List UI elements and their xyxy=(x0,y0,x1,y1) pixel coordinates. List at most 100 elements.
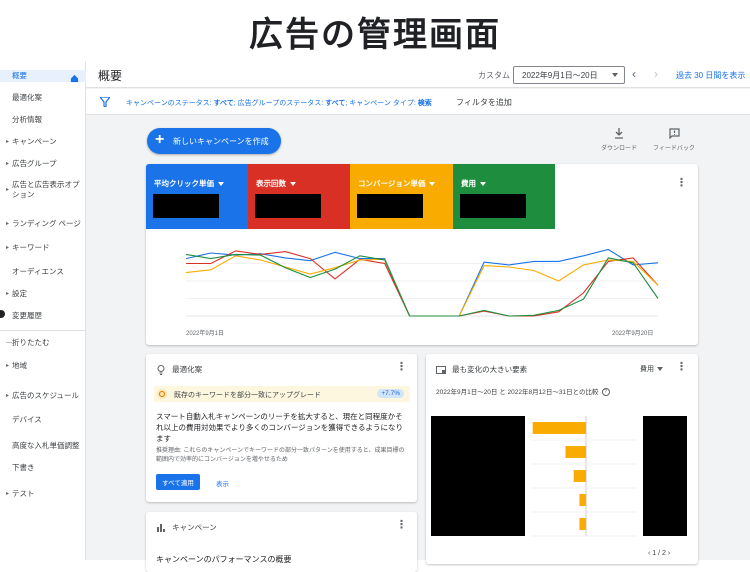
sidebar-item[interactable]: デバイス xyxy=(0,414,86,426)
chevron-left-icon[interactable]: ‹ xyxy=(632,67,636,81)
campaign-card-header: キャンペーン xyxy=(156,522,217,533)
sidebar-item[interactable]: オーディエンス xyxy=(0,266,86,278)
sidebar-item[interactable]: 概要 xyxy=(0,70,86,83)
metric-select-value: 費用 xyxy=(640,366,654,373)
redacted-metric-value xyxy=(255,194,321,218)
change-bar xyxy=(573,470,586,482)
sidebar-item[interactable]: ▸ 地域 xyxy=(0,360,86,372)
campaign-card-title: キャンペーン xyxy=(172,523,217,532)
x-axis-end-label: 2022年9月20日 xyxy=(612,331,654,337)
performance-chart-card: 平均クリック単価 表示回数 コンバージョン単価 費用 ⋮ 2022年9月1日 2022… xyxy=(146,164,698,345)
metric-label: 費用 xyxy=(461,178,486,189)
sidebar-item[interactable]: ▸ ランディング ページ xyxy=(0,212,86,236)
change-bar-chart xyxy=(431,416,687,537)
filter-label-2: ; 広告グループのステータス: xyxy=(233,100,326,107)
filter-value-1: すべて xyxy=(213,100,234,107)
new-campaign-label: 新しいキャンペーンを作成 xyxy=(173,136,269,146)
metric-label-text: 平均クリック単価 xyxy=(154,179,214,188)
sidebar-item[interactable]: ▸ 広告と広告表示オプション xyxy=(0,178,86,202)
filter-bar: キャンペーンのステータス: すべて; 広告グループのステータス: すべて; キャ… xyxy=(86,89,750,115)
comparison-text: 2022年9月1日～20日 と 2022年8月12日～31日との比較? xyxy=(436,386,610,397)
sidebar-item[interactable]: ▸ テスト xyxy=(0,488,86,500)
filter-value-3: 検索 xyxy=(417,100,432,107)
line-chart xyxy=(185,248,659,317)
more-vert-icon[interactable]: ⋮ xyxy=(676,176,687,189)
sidebar-item-label: 設定 xyxy=(12,289,27,298)
sidebar-item-label: 下書き xyxy=(12,463,35,472)
recommendation-description: スマート自動入札キャンペーンのリーチを拡大すると、現在と同程度かそれ以上の費用対… xyxy=(156,412,404,443)
view-link[interactable]: 表示 xyxy=(216,478,229,488)
sidebar-item-label: 広告グループ xyxy=(12,159,57,168)
feedback-icon xyxy=(668,128,680,139)
metric-tab[interactable]: 費用 xyxy=(453,164,555,229)
sidebar-item[interactable]: ▸ キャンペーン xyxy=(0,136,86,148)
sidebar-item-label: テスト xyxy=(12,489,35,498)
change-icon xyxy=(436,366,446,375)
sidebar-item[interactable]: 下書き xyxy=(0,462,86,474)
banner-title: 広告の管理画面 xyxy=(249,15,501,54)
redacted-metric-value xyxy=(153,194,219,218)
sidebar-item-label: キャンペーン xyxy=(12,137,57,146)
sidebar-item[interactable]: ▸ 広告のスケジュール xyxy=(0,384,86,408)
optimization-card: 最適化案 ⋮ 既存のキーワードを部分一致にアップグレード +7.7% スマート自… xyxy=(146,354,417,502)
sidebar-item-label: デバイス xyxy=(12,415,42,424)
filter-icon[interactable] xyxy=(100,97,110,107)
help-icon[interactable]: ? xyxy=(601,388,610,397)
sidebar-item[interactable]: ▸ 広告グループ xyxy=(0,158,86,170)
sidebar-item[interactable]: 分析情報 xyxy=(0,114,86,126)
sidebar-item-label: 地域 xyxy=(12,361,27,370)
pager[interactable]: ‹ 1 / 2 › xyxy=(648,550,670,557)
metric-tab[interactable]: 平均クリック単価 xyxy=(146,164,248,229)
chevron-right-icon[interactable]: › xyxy=(668,550,670,557)
biggest-changes-card: 最も変化の大きい要素 費用 ⋮ 2022年9月1日～20日 と 2022年8月1… xyxy=(426,354,698,564)
pager-label: 1 / 2 xyxy=(652,550,666,557)
custom-label: カスタム xyxy=(478,71,510,80)
last-30-days-link[interactable]: 過去 30 日間を表示 xyxy=(676,70,745,81)
comparison-label: 2022年9月1日～20日 と 2022年8月12日～31日との比較 xyxy=(436,389,599,396)
x-axis-start-label: 2022年9月1日 xyxy=(186,331,225,337)
sidebar-item-label: 変更履歴 xyxy=(12,311,42,320)
chevron-down-icon xyxy=(429,182,436,187)
sidebar-divider xyxy=(0,330,86,331)
date-range-select[interactable]: 2022年9月1日～20日 xyxy=(513,66,625,84)
home-icon xyxy=(70,74,79,83)
sidebar-item[interactable]: 高度な入札単価調整 xyxy=(0,434,86,458)
more-vert-icon[interactable]: ⋮ xyxy=(396,518,407,531)
chevron-left-icon[interactable]: ‹ xyxy=(648,550,650,557)
metric-tab[interactable]: 表示回数 xyxy=(248,164,350,229)
sidebar-item[interactable]: 変更履歴 xyxy=(0,310,86,322)
feedback-button[interactable]: フィードバック xyxy=(652,128,696,152)
sidebar-item[interactable]: — 折りたたむ xyxy=(0,336,86,350)
recommendation-row[interactable]: 既存のキーワードを部分一致にアップグレード +7.7% xyxy=(154,386,410,402)
metric-label: コンバージョン単価 xyxy=(358,178,436,189)
metric-label-text: 表示回数 xyxy=(256,179,286,188)
filter-summary[interactable]: キャンペーンのステータス: すべて; 広告グループのステータス: すべて; キャ… xyxy=(126,98,432,108)
sidebar-item[interactable]: 最適化案 xyxy=(0,92,86,104)
metric-label: 表示回数 xyxy=(256,178,296,189)
date-range-value: 2022年9月1日～20日 xyxy=(522,71,598,80)
metric-select[interactable]: 費用 xyxy=(640,364,663,374)
download-button[interactable]: ダウンロード xyxy=(597,128,641,152)
sidebar-item[interactable]: ▸ 設定 xyxy=(0,288,86,300)
sidebar-item[interactable]: ▸ キーワード xyxy=(0,242,86,254)
ads-app: 概要 最適化案 分析情報 ▸ キャンペーン ▸ 広告グループ ▸ 広告と広告表示オプション ▸ ラン… xyxy=(0,62,750,572)
sidebar-item-label: ランディング ページ xyxy=(12,219,81,228)
sidebar-item-label: 広告と広告表示オプション xyxy=(12,180,80,199)
optimization-card-title: 最適化案 xyxy=(172,365,203,374)
metric-tab[interactable]: コンバージョン単価 xyxy=(350,164,453,229)
apply-all-button[interactable]: すべて適用 xyxy=(156,474,200,490)
sidebar-item-label: 最適化案 xyxy=(12,93,42,102)
chevron-down-icon xyxy=(612,73,618,77)
add-filter-button[interactable]: フィルタを追加 xyxy=(456,97,512,108)
redacted-metric-value xyxy=(460,194,526,218)
more-vert-icon[interactable]: ⋮ xyxy=(676,360,687,373)
new-campaign-button[interactable]: + 新しいキャンペーンを作成 xyxy=(147,128,281,154)
recommendation-reason: 推奨理由: これらのキャンペーンでキーワードの部分一致パターンを使用すると、成果… xyxy=(156,448,405,463)
bar-chart-icon xyxy=(157,524,165,533)
more-vert-icon[interactable]: ⋮ xyxy=(396,360,407,373)
download-icon xyxy=(615,128,623,139)
page-header: 概要 カスタム 2022年9月1日～20日 ‹ › 過去 30 日間を表示 xyxy=(86,62,750,88)
download-label: ダウンロード xyxy=(600,146,637,152)
chevron-right-icon[interactable]: › xyxy=(654,67,658,81)
redacted-metric-value xyxy=(357,194,423,218)
